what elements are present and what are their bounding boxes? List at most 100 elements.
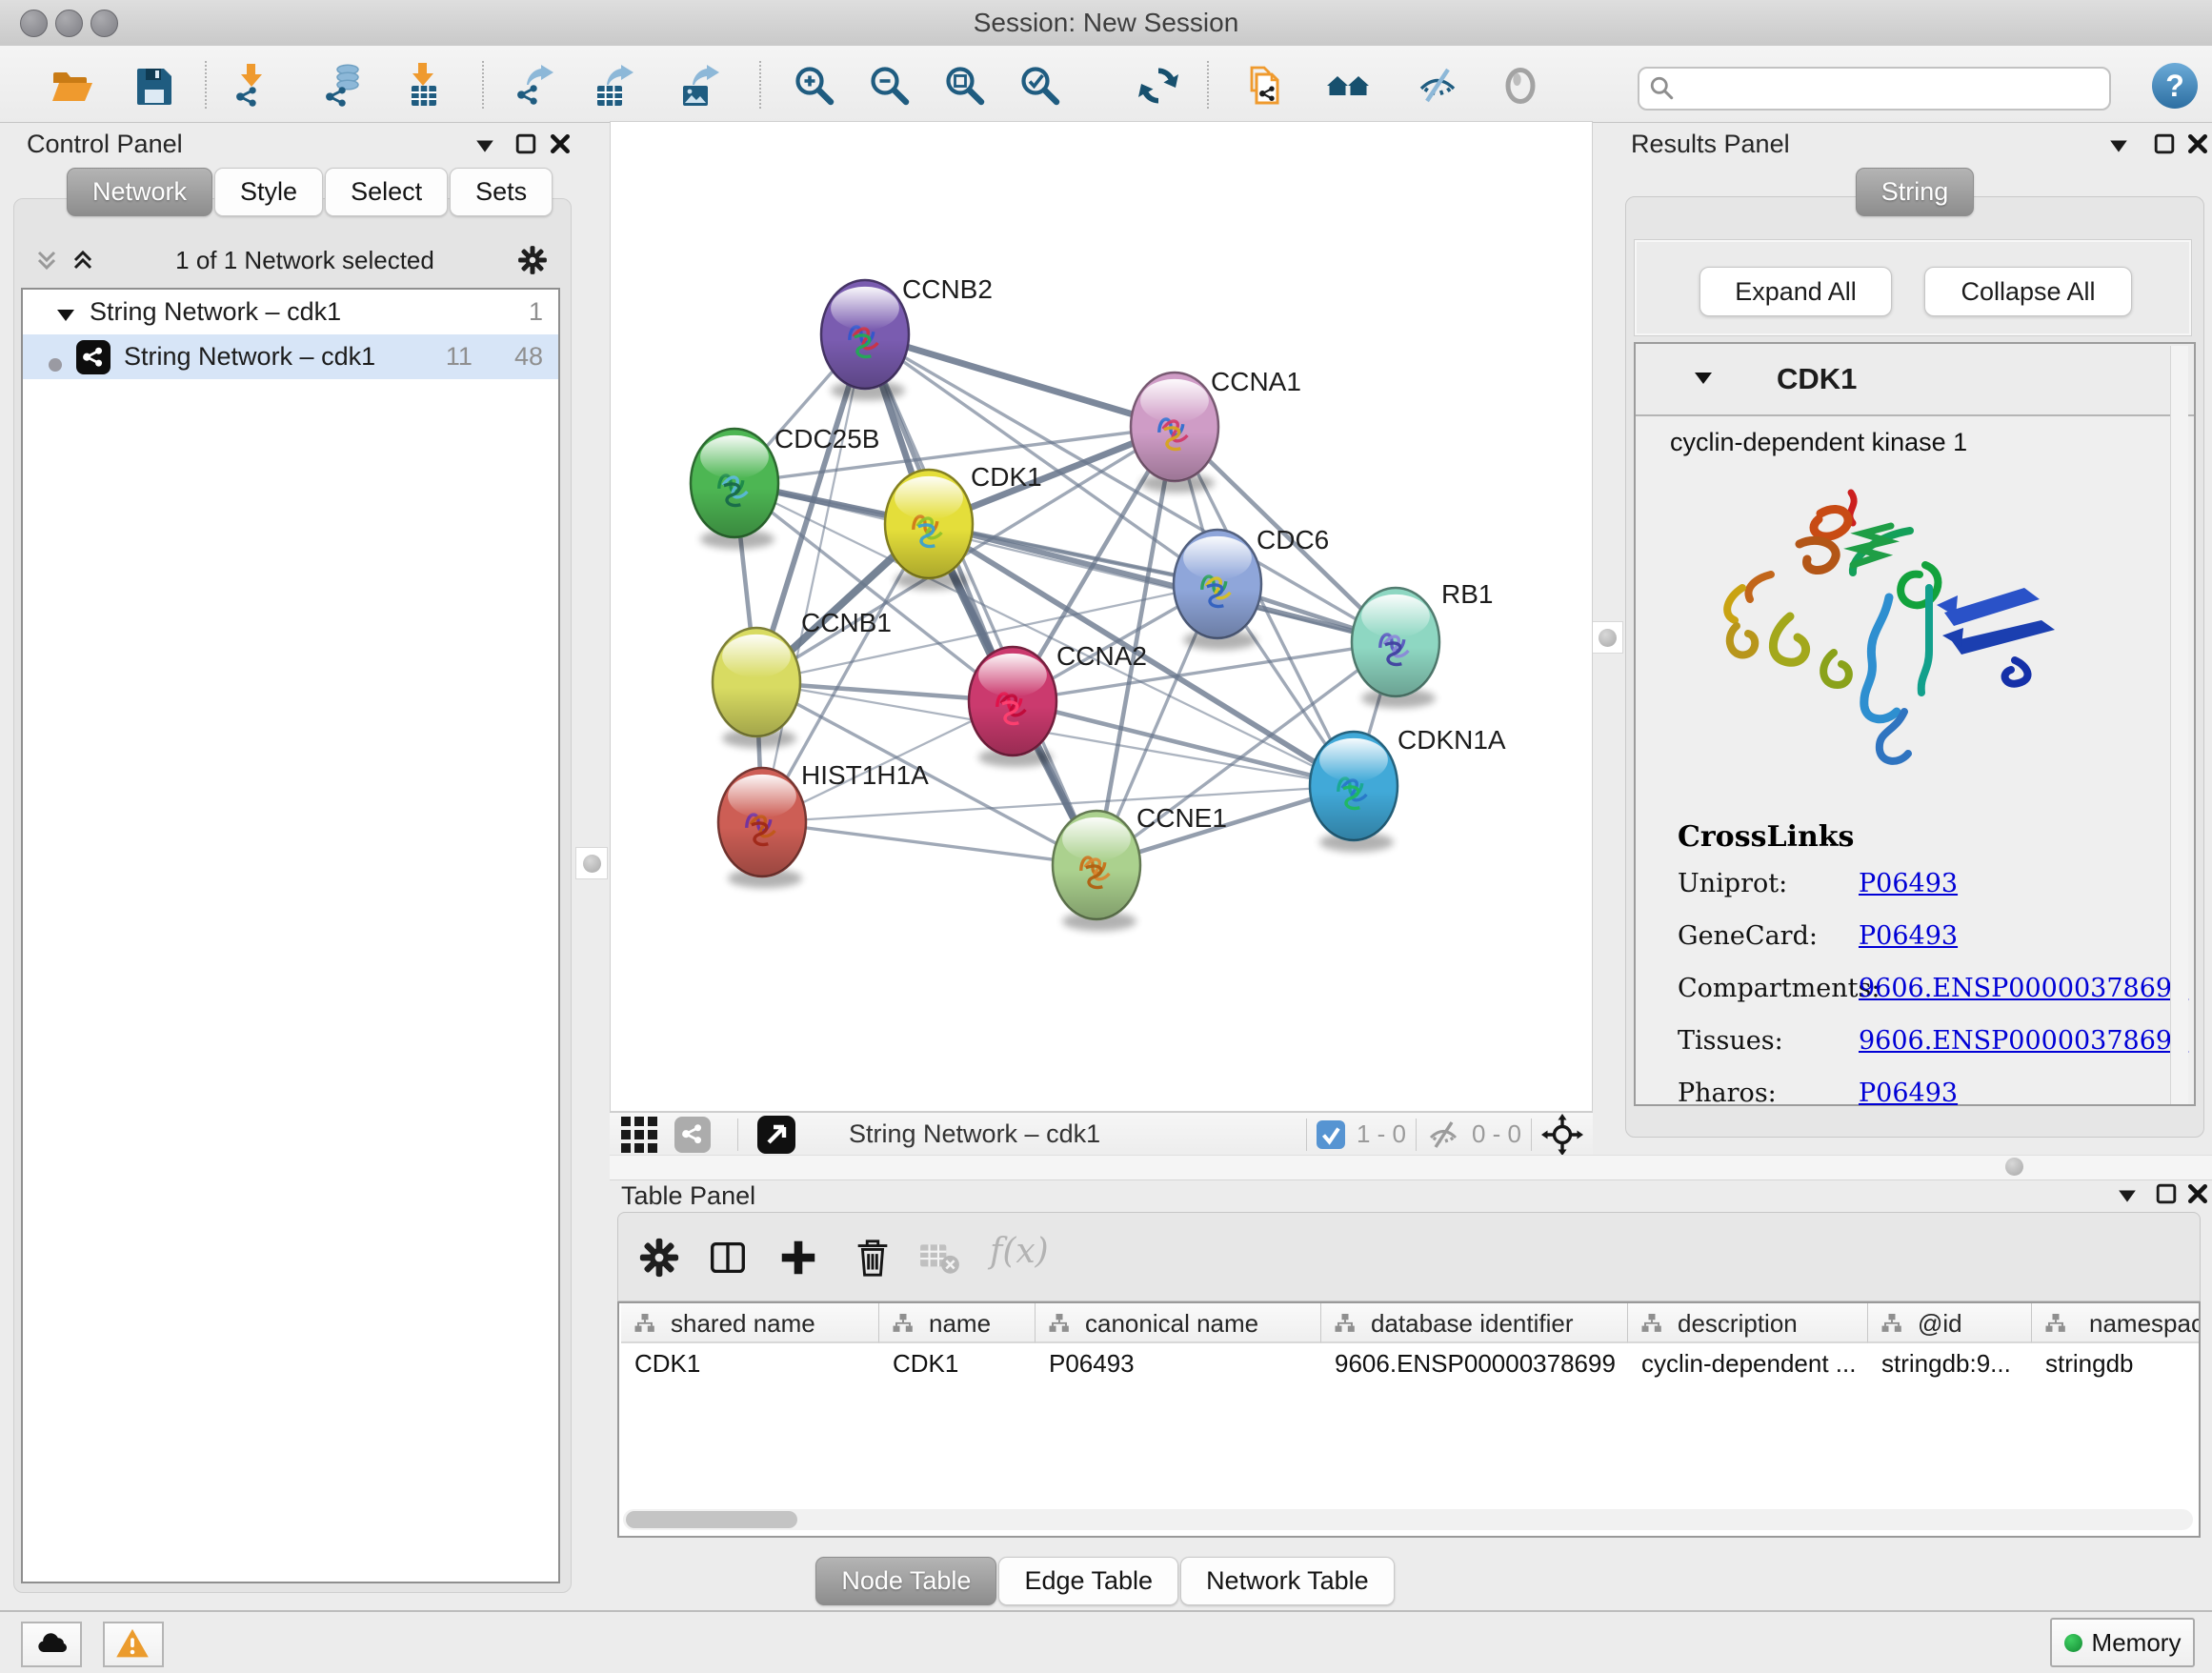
- section-header[interactable]: CDK1: [1636, 344, 2194, 416]
- refresh-icon[interactable]: [1132, 59, 1185, 112]
- collapse-all-button[interactable]: Collapse All: [1924, 267, 2132, 316]
- column-header-shared-name[interactable]: shared name: [621, 1303, 879, 1343]
- control-panel-title: Control Panel: [27, 130, 183, 158]
- network-collection-label: String Network – cdk1: [90, 297, 341, 327]
- horizontal-splitter[interactable]: [610, 1155, 2212, 1180]
- column-header-namespace[interactable]: namespace: [2032, 1303, 2201, 1343]
- help-icon[interactable]: ?: [2152, 63, 2198, 109]
- share-icon[interactable]: [674, 1117, 711, 1153]
- export-network-icon[interactable]: [508, 59, 561, 112]
- hide-selection-icon[interactable]: [1411, 59, 1464, 112]
- zoom-in-icon[interactable]: [788, 59, 841, 112]
- edge[interactable]: [762, 822, 1096, 865]
- search-box[interactable]: [1638, 67, 2111, 111]
- expand-all-button[interactable]: Expand All: [1699, 267, 1892, 316]
- tab-select[interactable]: Select: [325, 168, 448, 216]
- cell[interactable]: CDK1: [634, 1349, 700, 1379]
- right-splitter-handle[interactable]: [1591, 621, 1623, 654]
- cell[interactable]: stringdb:9...: [1881, 1349, 2011, 1379]
- cell[interactable]: CDK1: [893, 1349, 958, 1379]
- tab-sets[interactable]: Sets: [450, 168, 553, 216]
- tab-edge-table[interactable]: Edge Table: [998, 1557, 1178, 1605]
- node-CCNE1[interactable]: [1053, 811, 1140, 931]
- crosslink-value[interactable]: P06493: [1859, 921, 1958, 951]
- left-splitter-handle[interactable]: [575, 847, 608, 879]
- node-CCNA2[interactable]: [969, 647, 1056, 767]
- panel-close-icon[interactable]: [2187, 133, 2208, 154]
- crosslink-value[interactable]: 9606.ENSP00000378699: [1859, 974, 2188, 1003]
- panel-menu-icon[interactable]: [2117, 1185, 2138, 1206]
- results-scrollbar[interactable]: [2170, 346, 2188, 1104]
- network-row-selected[interactable]: String Network – cdk1 11 48: [23, 334, 558, 379]
- import-network-file-icon[interactable]: [225, 59, 278, 112]
- hidden-eye-icon[interactable]: [1426, 1118, 1460, 1152]
- tab-string[interactable]: String: [1856, 168, 1975, 216]
- show-all-icon[interactable]: [1494, 59, 1547, 112]
- memory-button[interactable]: Memory: [2050, 1618, 2195, 1667]
- tab-network-table[interactable]: Network Table: [1180, 1557, 1395, 1605]
- panel-menu-icon[interactable]: [474, 135, 495, 156]
- network-canvas[interactable]: CCNB2CCNA1CDC25BCDK1CDC6RB1CCNB1CCNA2CDK…: [610, 121, 1593, 1112]
- crosslink-value[interactable]: 9606.ENSP00000378699: [1859, 1026, 2188, 1056]
- first-neighbors-icon[interactable]: [1321, 59, 1375, 112]
- cell[interactable]: 9606.ENSP00000378699: [1335, 1349, 1616, 1379]
- grid-icon[interactable]: [621, 1117, 657, 1153]
- zoom-fit-icon[interactable]: [938, 59, 992, 112]
- cell[interactable]: cyclin-dependent ...: [1641, 1349, 1856, 1379]
- import-table-file-icon[interactable]: [396, 59, 450, 112]
- zoom-out-icon[interactable]: [863, 59, 916, 112]
- export-table-icon[interactable]: [587, 59, 640, 112]
- trash-icon[interactable]: [851, 1236, 895, 1280]
- import-network-database-icon[interactable]: [317, 59, 371, 112]
- warning-icon[interactable]: [103, 1622, 164, 1667]
- open-session-icon[interactable]: [45, 59, 98, 112]
- memory-label: Memory: [2092, 1628, 2182, 1658]
- cloud-icon[interactable]: [21, 1622, 82, 1667]
- cell[interactable]: stringdb: [2045, 1349, 2134, 1379]
- edge[interactable]: [1013, 701, 1354, 786]
- node-RB1[interactable]: [1352, 588, 1439, 708]
- panel-close-icon[interactable]: [2187, 1183, 2208, 1204]
- panel-menu-icon[interactable]: [2108, 135, 2129, 156]
- selected-checkbox-icon[interactable]: [1317, 1120, 1345, 1149]
- tab-network[interactable]: Network: [67, 168, 212, 216]
- crosslink-value[interactable]: P06493: [1859, 869, 1958, 898]
- edge[interactable]: [865, 334, 1175, 427]
- export-image-icon[interactable]: [673, 59, 726, 112]
- columns-icon[interactable]: [706, 1236, 750, 1280]
- tree-expand-icon[interactable]: [55, 303, 76, 322]
- crosslink-value[interactable]: P06493: [1859, 1078, 1958, 1108]
- expand-all-icon[interactable]: [72, 250, 93, 271]
- add-column-icon[interactable]: [776, 1236, 820, 1280]
- collapse-all-icon[interactable]: [36, 250, 57, 271]
- network-collection-row[interactable]: String Network – cdk1 1: [23, 290, 558, 334]
- edge[interactable]: [762, 334, 865, 822]
- open-in-window-icon[interactable]: [757, 1116, 795, 1154]
- gear-icon[interactable]: [516, 244, 549, 276]
- panel-float-icon[interactable]: [2154, 133, 2175, 154]
- save-session-icon[interactable]: [128, 59, 181, 112]
- tab-style[interactable]: Style: [214, 168, 323, 216]
- node-HIST1H1A[interactable]: [718, 768, 806, 888]
- panel-float-icon[interactable]: [2156, 1183, 2177, 1204]
- column-header--id[interactable]: @id: [1868, 1303, 2032, 1343]
- node-CDC25B[interactable]: [691, 429, 778, 549]
- panel-float-icon[interactable]: [515, 133, 536, 154]
- column-header-description[interactable]: description: [1628, 1303, 1868, 1343]
- cell[interactable]: P06493: [1049, 1349, 1135, 1379]
- new-network-selection-icon[interactable]: [1239, 59, 1293, 112]
- section-collapse-icon[interactable]: [1693, 370, 1714, 389]
- crosshair-icon[interactable]: [1541, 1114, 1583, 1156]
- search-input[interactable]: [1683, 73, 2100, 105]
- tab-node-table[interactable]: Node Table: [815, 1557, 996, 1605]
- panel-close-icon[interactable]: [550, 133, 571, 154]
- gear-icon[interactable]: [637, 1236, 681, 1280]
- table-horizontal-scrollbar[interactable]: [623, 1509, 2193, 1530]
- column-header-name[interactable]: name: [879, 1303, 1036, 1343]
- column-header-canonical-name[interactable]: canonical name: [1036, 1303, 1321, 1343]
- column-header-database-identifier[interactable]: database identifier: [1321, 1303, 1628, 1343]
- node-CCNB2[interactable]: [821, 280, 909, 400]
- node-CCNB1[interactable]: [713, 628, 800, 748]
- zoom-selected-icon[interactable]: [1014, 59, 1067, 112]
- node-CDKN1A[interactable]: [1310, 732, 1398, 852]
